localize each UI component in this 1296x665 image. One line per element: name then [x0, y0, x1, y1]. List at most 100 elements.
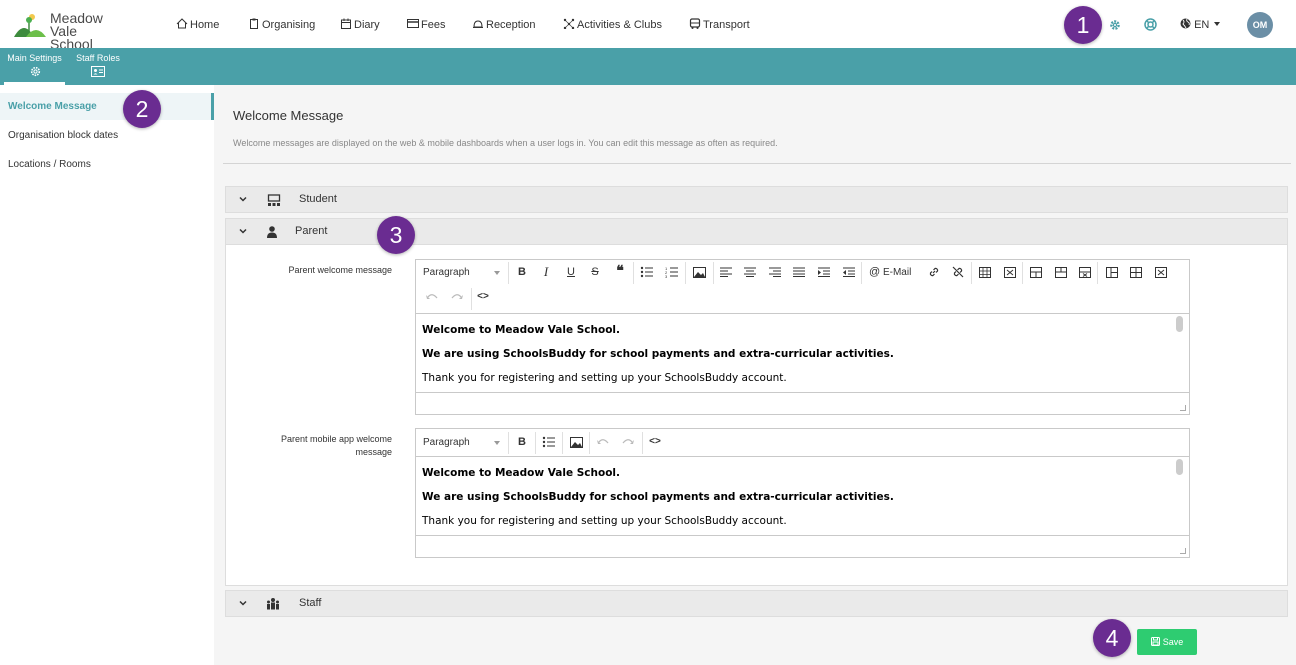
align-center-icon[interactable]: [741, 263, 759, 281]
toolbar-separator: [861, 262, 862, 284]
school-logo[interactable]: Meadow Vale School: [12, 11, 122, 51]
insert-column-before-icon[interactable]: [1103, 263, 1121, 281]
chevron-down-icon: [239, 600, 247, 606]
sidebar-item-organisation-block-dates[interactable]: Organisation block dates: [0, 122, 214, 149]
language-selector[interactable]: EN: [1180, 18, 1221, 32]
bullet-list-icon[interactable]: [540, 433, 558, 451]
undo-icon[interactable]: [423, 288, 441, 306]
network-icon: [563, 18, 575, 29]
id-card-icon: [91, 66, 105, 77]
parent-mobile-welcome-editor[interactable]: Paragraph B <> Welcome to Meadow Vale Sc…: [415, 428, 1190, 558]
align-right-icon[interactable]: [766, 263, 784, 281]
insert-column-after-icon[interactable]: [1127, 263, 1145, 281]
editor-line: Welcome to Meadow Vale School.: [422, 324, 621, 336]
panel-staff-header[interactable]: Staff: [225, 590, 1288, 617]
strikethrough-icon[interactable]: S: [586, 263, 604, 281]
email-button[interactable]: @ E-Mail: [869, 266, 911, 278]
language-label: EN: [1194, 19, 1210, 31]
chevron-down-icon: [239, 196, 247, 202]
panel-student-header[interactable]: Student: [225, 186, 1288, 213]
bullet-list-icon[interactable]: [638, 263, 656, 281]
avatar[interactable]: OM: [1247, 12, 1273, 38]
italic-icon[interactable]: I: [537, 263, 555, 281]
page-description: Welcome messages are displayed on the we…: [233, 138, 778, 148]
tab-staff-roles[interactable]: Staff Roles: [73, 48, 123, 85]
bold-icon[interactable]: B: [513, 433, 531, 451]
format-label: Paragraph: [423, 437, 470, 448]
staff-group-icon: [267, 598, 279, 610]
person-icon: [267, 226, 277, 238]
tab-main-settings[interactable]: Main Settings: [4, 48, 65, 85]
undo-icon[interactable]: [594, 433, 612, 451]
delete-column-icon[interactable]: [1152, 263, 1170, 281]
editor-toolbar: Paragraph B I U S ❝ 123 @ E-Mail <>: [416, 260, 1189, 314]
editor-statusbar: [416, 392, 1189, 414]
unlink-icon[interactable]: [949, 263, 967, 281]
nav-reception[interactable]: Reception: [472, 18, 536, 31]
insert-row-before-icon[interactable]: [1027, 263, 1045, 281]
field-label-line: message: [355, 447, 392, 457]
numbered-list-icon[interactable]: 123: [663, 263, 681, 281]
nav-diary[interactable]: Diary: [340, 18, 380, 31]
support-icon[interactable]: [1144, 18, 1157, 31]
indent-icon[interactable]: [815, 263, 833, 281]
toolbar-separator: [1097, 262, 1098, 284]
nav-fees[interactable]: Fees: [407, 18, 445, 31]
bell-icon: [473, 20, 483, 28]
image-icon[interactable]: [690, 263, 708, 281]
parent-welcome-editor[interactable]: Paragraph B I U S ❝ 123 @ E-Mail <> Welc…: [415, 259, 1190, 415]
nav-transport[interactable]: Transport: [689, 18, 750, 31]
format-select[interactable]: Paragraph: [423, 267, 505, 281]
chevron-down-icon: [239, 228, 247, 234]
settings-subnav: Main Settings Staff Roles: [0, 48, 1296, 85]
step-badge: 2: [123, 90, 161, 128]
toolbar-separator: [535, 432, 536, 454]
align-justify-icon[interactable]: [790, 263, 808, 281]
nav-label: Transport: [703, 19, 750, 31]
editor-toolbar: Paragraph B <>: [416, 429, 1189, 457]
toolbar-separator: [562, 432, 563, 454]
editor-line: We are using SchoolsBuddy for school pay…: [422, 491, 894, 503]
underline-icon[interactable]: U: [562, 263, 580, 281]
source-code-icon[interactable]: <>: [474, 288, 492, 306]
nav-label: Fees: [421, 19, 446, 31]
scrollbar-thumb[interactable]: [1176, 316, 1183, 332]
redo-icon[interactable]: [619, 433, 637, 451]
gear-icon[interactable]: [1109, 19, 1121, 31]
align-left-icon[interactable]: [717, 263, 735, 281]
toolbar-separator: [508, 432, 509, 454]
delete-table-icon[interactable]: [1001, 263, 1019, 281]
blockquote-icon[interactable]: ❝: [611, 263, 629, 281]
source-code-icon[interactable]: <>: [646, 433, 664, 451]
nav-home[interactable]: Home: [176, 18, 219, 31]
scrollbar-thumb[interactable]: [1176, 459, 1183, 475]
editor-content[interactable]: Welcome to Meadow Vale School. We are us…: [416, 314, 1189, 392]
format-select[interactable]: Paragraph: [423, 437, 505, 451]
home-icon: [176, 18, 188, 29]
bus-icon: [689, 18, 701, 29]
editor-content[interactable]: Welcome to Meadow Vale School. We are us…: [416, 457, 1189, 535]
redo-icon[interactable]: [448, 288, 466, 306]
table-icon[interactable]: [976, 263, 994, 281]
svg-text:3: 3: [665, 274, 668, 278]
outdent-icon[interactable]: [840, 263, 858, 281]
panel-title: Staff: [299, 597, 322, 609]
delete-row-icon[interactable]: [1076, 263, 1094, 281]
link-icon[interactable]: [925, 263, 943, 281]
resize-handle[interactable]: [1180, 548, 1186, 554]
calendar-icon: [341, 18, 351, 29]
insert-row-after-icon[interactable]: [1052, 263, 1070, 281]
nav-organising[interactable]: Organising: [248, 18, 315, 31]
bold-icon[interactable]: B: [513, 263, 531, 281]
nav-label: Home: [190, 19, 220, 31]
editor-line: Welcome to Meadow Vale School.: [422, 467, 621, 479]
toolbar-separator: [508, 262, 509, 284]
save-button[interactable]: Save: [1137, 629, 1197, 655]
settings-sidebar: Welcome Message Organisation block dates…: [0, 85, 214, 665]
nav-activities[interactable]: Activities & Clubs: [563, 18, 662, 31]
sidebar-item-locations-rooms[interactable]: Locations / Rooms: [0, 151, 214, 178]
resize-handle[interactable]: [1180, 405, 1186, 411]
sidebar-item-welcome-message[interactable]: Welcome Message: [0, 93, 214, 120]
step-badge: 4: [1093, 619, 1131, 657]
image-icon[interactable]: [567, 433, 585, 451]
